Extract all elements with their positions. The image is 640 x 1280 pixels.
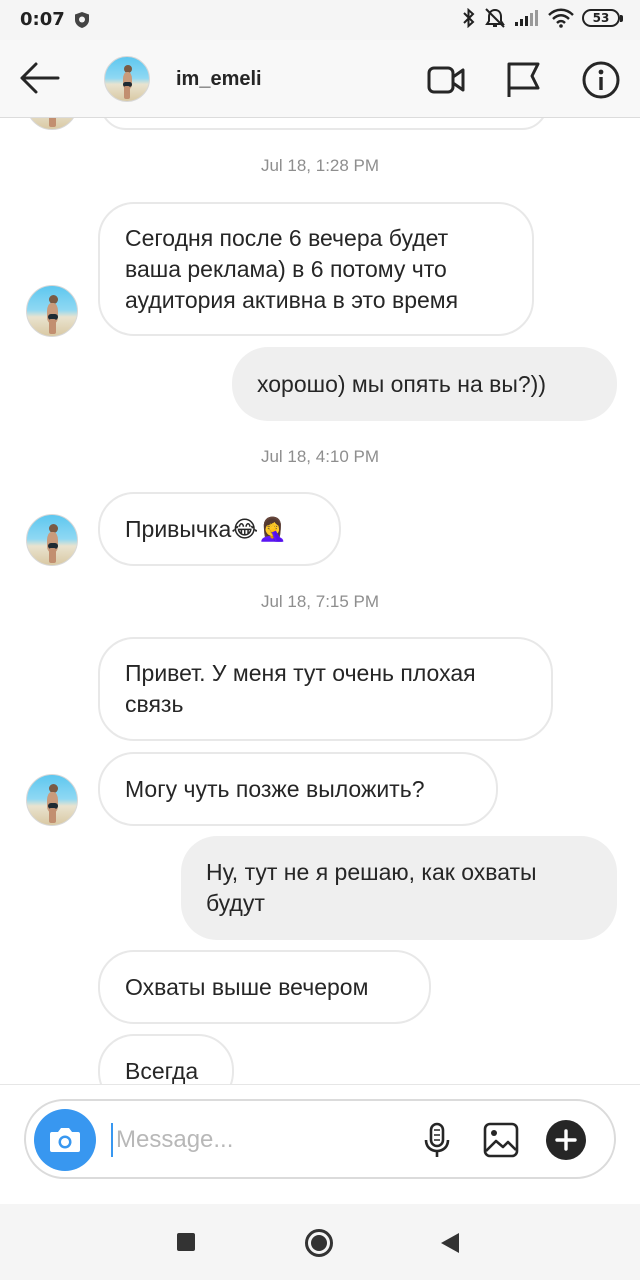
message-thread[interactable]: Jul 18, 1:28 PM Сегодня после 6 вечера б…	[0, 118, 640, 1084]
back-triangle-icon[interactable]	[440, 1232, 460, 1254]
gallery-icon[interactable]	[482, 1121, 520, 1159]
camera-icon	[50, 1128, 80, 1152]
system-nav-bar	[0, 1204, 640, 1280]
message-text: Сегодня после 6 вечера будет ваша реклам…	[125, 224, 459, 313]
outgoing-message[interactable]: Ну, тут не я решаю, как охваты будут	[181, 836, 617, 940]
info-icon[interactable]	[581, 60, 621, 100]
timestamp: Jul 18, 4:10 PM	[260, 447, 380, 466]
message-input[interactable]	[114, 1117, 408, 1163]
message-text: Охваты выше вечером	[125, 973, 369, 1000]
battery-icon: 53	[582, 9, 623, 27]
message-text: Привычка😂🤦‍♀️	[125, 515, 287, 542]
incoming-message[interactable]: Охваты выше вечером	[98, 950, 431, 1024]
message-text: Могу чуть позже выложить?	[125, 775, 425, 802]
message-text: Привет. У меня тут очень плохая связь	[125, 660, 476, 717]
sender-avatar[interactable]	[26, 118, 78, 130]
status-time: 0:07	[20, 9, 65, 30]
timestamp: Jul 18, 7:15 PM	[260, 592, 380, 611]
text-caret	[111, 1123, 113, 1157]
video-call-icon[interactable]	[426, 60, 466, 100]
chat-header: im_emeli	[0, 40, 640, 118]
sender-avatar[interactable]	[26, 774, 78, 826]
header-avatar[interactable]	[104, 56, 150, 102]
home-circle-icon[interactable]	[304, 1228, 334, 1258]
message-text: Ну, тут не я решаю, как охваты будут	[206, 859, 537, 916]
incoming-message[interactable]: Привычка😂🤦‍♀️	[98, 492, 341, 566]
incoming-message[interactable]: Сегодня после 6 вечера будет ваша реклам…	[98, 202, 534, 336]
mute-icon	[485, 8, 505, 28]
battery-level: 53	[592, 11, 610, 25]
incoming-message[interactable]: Всегда	[98, 1034, 234, 1084]
flag-icon[interactable]	[503, 60, 543, 100]
incoming-message[interactable]: Могу чуть позже выложить?	[98, 752, 498, 826]
outgoing-message[interactable]: хорошо) мы опять на вы?))	[232, 347, 617, 421]
recents-square-icon[interactable]	[176, 1232, 196, 1252]
bluetooth-icon	[463, 8, 475, 28]
chat-username[interactable]: im_emeli	[176, 68, 262, 91]
shield-icon	[75, 12, 89, 28]
message-text: Всегда	[125, 1057, 199, 1084]
back-arrow-icon[interactable]	[18, 60, 62, 96]
timestamp: Jul 18, 1:28 PM	[260, 156, 380, 175]
incoming-message[interactable]: Привет. У меня тут очень плохая связь	[98, 637, 553, 741]
sender-avatar[interactable]	[26, 285, 78, 337]
previous-message-bubble[interactable]	[100, 118, 548, 130]
plus-icon[interactable]	[546, 1120, 586, 1160]
microphone-icon[interactable]	[418, 1121, 456, 1159]
message-text: хорошо) мы опять на вы?))	[257, 370, 546, 397]
sender-avatar[interactable]	[26, 514, 78, 566]
message-composer	[24, 1099, 616, 1179]
signal-icon	[515, 10, 538, 26]
camera-button[interactable]	[34, 1109, 96, 1171]
status-bar: 0:07 53	[0, 0, 640, 40]
wifi-icon	[548, 8, 574, 28]
composer-area	[0, 1084, 640, 1205]
